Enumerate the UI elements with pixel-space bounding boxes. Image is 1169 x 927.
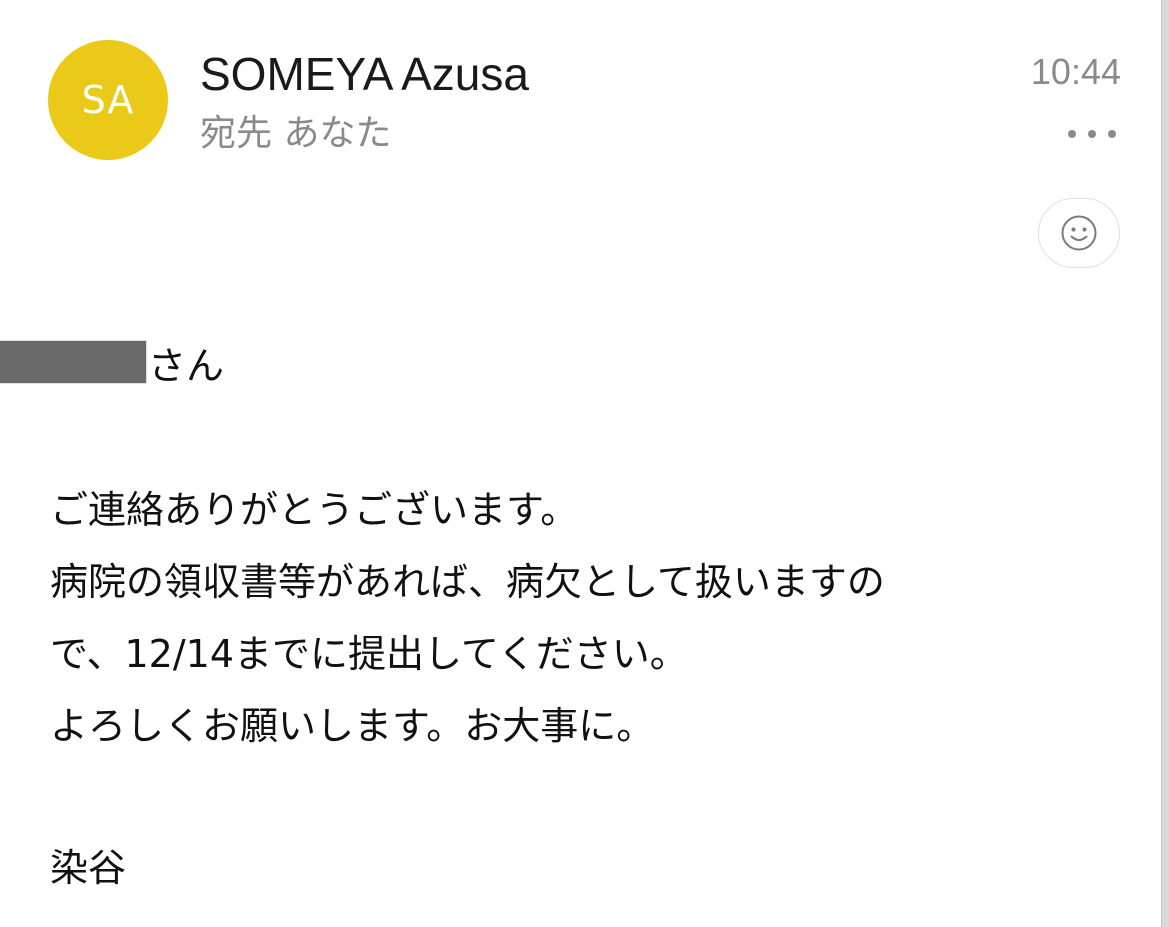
smiley-icon xyxy=(1061,215,1097,251)
message-line: よろしくお願いします。お大事に。 xyxy=(50,704,655,748)
recipient-line: 宛先 あなた xyxy=(200,113,392,154)
sender-name: SOMEYA Azusa xyxy=(200,48,529,100)
message-line: 病院の領収書等があれば、病欠として扱いますの xyxy=(50,560,885,604)
signature: 染谷 xyxy=(50,846,127,890)
dot xyxy=(1068,130,1076,138)
dot xyxy=(1088,130,1096,138)
message-line: ご連絡ありがとうございます。 xyxy=(50,488,579,532)
message-time: 10:44 xyxy=(1030,51,1121,92)
reaction-button[interactable] xyxy=(1038,198,1120,268)
redacted-name xyxy=(0,341,146,383)
greeting-suffix: さん xyxy=(148,343,225,388)
ellipsis-icon[interactable] xyxy=(1068,122,1116,146)
dot xyxy=(1108,130,1116,138)
avatar: SA xyxy=(48,40,168,160)
message-line: で、12/14までに提出してください。 xyxy=(50,632,688,676)
scroll-edge xyxy=(1161,0,1169,927)
greeting: さん xyxy=(0,326,224,398)
